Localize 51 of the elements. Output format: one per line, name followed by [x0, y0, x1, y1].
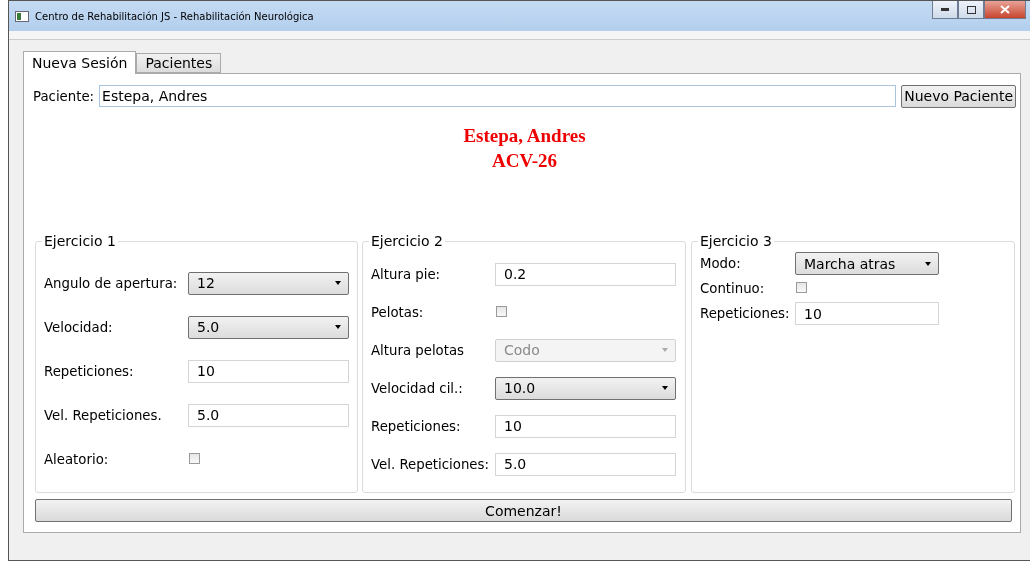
minimize-icon	[941, 8, 949, 11]
new-patient-button[interactable]: Nuevo Paciente	[901, 84, 1016, 108]
field-label: Modo:	[700, 256, 742, 271]
dropdown-caret-icon	[662, 386, 668, 390]
patient-input[interactable]: Estepa, Andres	[99, 85, 897, 107]
field-label: Altura pelotas	[371, 342, 465, 358]
field-label: Angulo de apertura:	[44, 275, 179, 291]
field-label: Velocidad:	[44, 319, 114, 335]
input-field[interactable]: 5.0	[495, 452, 676, 476]
field-label: Repeticiones:	[44, 363, 135, 379]
tab[interactable]: Nueva Sesión	[23, 51, 137, 74]
dropdown[interactable]: 12	[188, 271, 349, 295]
group-title: Ejercicio 2	[370, 233, 444, 249]
field-label: Aleatorio:	[44, 451, 110, 467]
dropdown-caret-icon	[335, 281, 341, 285]
field-label: Vel. Repeticiones.	[44, 407, 163, 423]
field-label: Vel. Repeticiones:	[371, 456, 490, 472]
field-label: Pelotas:	[371, 304, 425, 320]
checkbox[interactable]	[496, 305, 507, 317]
dropdown[interactable]: 10.0	[495, 376, 676, 400]
input-field[interactable]: 10	[188, 359, 349, 383]
input-field[interactable]: 5.0	[188, 403, 349, 427]
dropdown-caret-icon	[335, 325, 341, 329]
input-field[interactable]: 0.2	[495, 262, 676, 286]
dropdown[interactable]: 5.0	[188, 315, 349, 339]
patient-name: Estepa, Andres	[463, 124, 586, 148]
dropdown[interactable]: Marcha atras	[795, 252, 939, 275]
field-label: Velocidad cil.:	[371, 380, 464, 396]
app-icon	[15, 10, 29, 22]
field-label: Repeticiones:	[700, 306, 791, 321]
maximize-icon	[966, 5, 976, 14]
field-label: Repeticiones:	[371, 418, 462, 434]
minimize-button[interactable]	[932, 1, 958, 19]
tab[interactable]: Pacientes	[136, 53, 222, 73]
dropdown-caret-icon	[925, 261, 931, 266]
group-title: Ejercicio 1	[43, 233, 117, 249]
close-button[interactable]	[984, 1, 1026, 19]
checkbox[interactable]	[189, 452, 200, 464]
input-field[interactable]: 10	[495, 414, 676, 438]
maximize-button[interactable]	[958, 1, 984, 19]
start-button[interactable]: Comenzar!	[35, 499, 1012, 522]
dropdown-caret-icon	[662, 348, 668, 352]
input-field[interactable]: 10	[795, 302, 939, 325]
group-title: Ejercicio 3	[699, 233, 773, 249]
checkbox[interactable]	[796, 282, 807, 293]
diagnosis-code: ACV-26	[491, 149, 558, 173]
field-label: Paciente:	[33, 88, 95, 104]
window-title: Centro de Rehabilitación JS - Rehabilitación Neurológica	[35, 10, 315, 22]
field-label: Continuo:	[700, 281, 766, 296]
field-label: Altura pie:	[371, 266, 442, 282]
close-icon	[1000, 5, 1010, 14]
